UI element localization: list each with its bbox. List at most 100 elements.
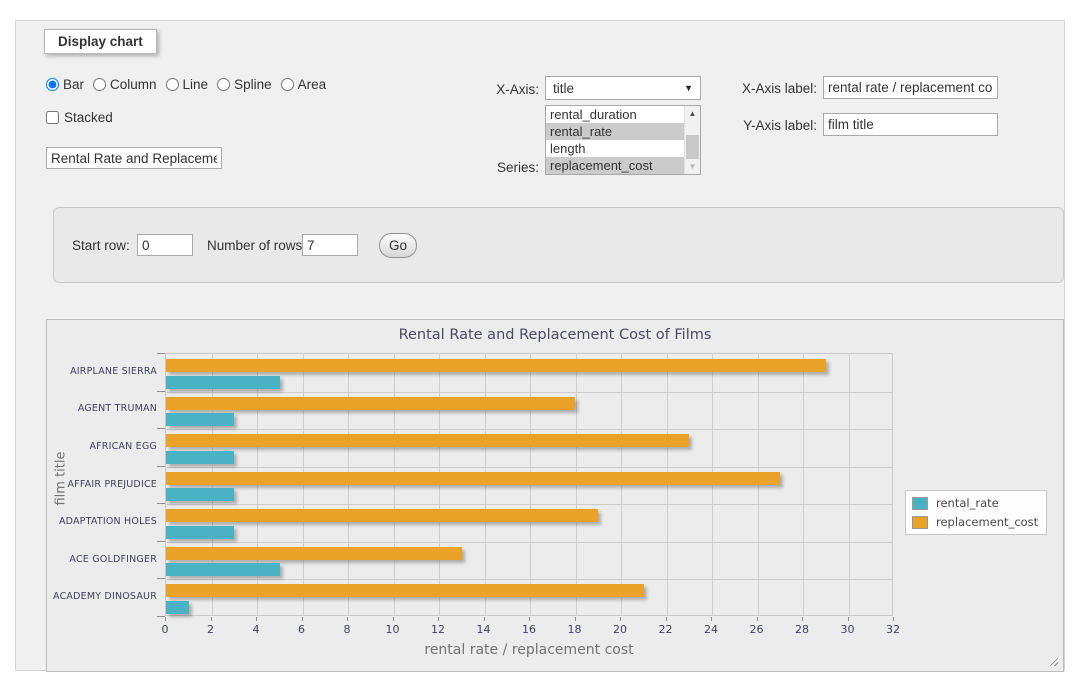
x-axis-tick [529, 617, 530, 621]
radio-option-column[interactable]: Column [93, 77, 157, 92]
bar-rental_rate [166, 413, 234, 426]
radio-line[interactable] [166, 78, 179, 91]
x-tick-label: 22 [651, 623, 681, 636]
radio-option-bar[interactable]: Bar [46, 77, 84, 92]
category-label: AIRPLANE SIERRA [47, 366, 157, 377]
band-separator [166, 579, 892, 580]
radio-option-spline[interactable]: Spline [217, 77, 272, 92]
bar-rental_rate [166, 601, 189, 614]
legend-label: replacement_cost [936, 515, 1038, 529]
x-axis-tick [802, 617, 803, 621]
radio-option-label: Line [183, 77, 209, 92]
radio-option-label: Column [110, 77, 157, 92]
bar-replacement_cost [166, 397, 575, 410]
chart-container: Rental Rate and Replacement Cost of Film… [46, 319, 1064, 672]
x-axis-tick [484, 617, 485, 621]
x-tick-label: 2 [196, 623, 226, 636]
y-axis-tick [157, 503, 165, 504]
bar-rental_rate [166, 376, 280, 389]
list-item-rental_rate[interactable]: rental_rate [546, 123, 684, 140]
bar-replacement_cost [166, 509, 598, 522]
x-axis-tick [302, 617, 303, 621]
band-separator [166, 504, 892, 505]
bar-replacement_cost [166, 584, 644, 597]
x-tick-label: 10 [378, 623, 408, 636]
y-axis-tick [157, 353, 165, 354]
radio-option-label: Spline [234, 77, 272, 92]
scrollbar-thumb[interactable] [686, 135, 699, 159]
x-axis-tick [165, 617, 166, 621]
grid-line [849, 354, 850, 615]
y-axis-label-input[interactable] [823, 113, 998, 136]
list-item-replacement_cost[interactable]: replacement_cost [546, 157, 684, 174]
radio-option-line[interactable]: Line [166, 77, 209, 92]
x-tick-label: 28 [787, 623, 817, 636]
legend-swatch [912, 497, 928, 510]
y-axis-tick [157, 391, 165, 392]
legend-entry: rental_rate [912, 496, 1038, 510]
bar-replacement_cost [166, 359, 826, 372]
stacked-option[interactable]: Stacked [46, 110, 113, 125]
category-label: AFFAIR PREJUDICE [47, 479, 157, 490]
y-axis-tick [157, 466, 165, 467]
x-axis-tick [438, 617, 439, 621]
band-separator [166, 467, 892, 468]
radio-option-label: Bar [63, 77, 84, 92]
grid-line [803, 354, 804, 615]
row-range-panel: Start row: Number of rows: Go [53, 207, 1064, 283]
number-of-rows-label: Number of rows: [207, 238, 306, 253]
x-tick-label: 24 [696, 623, 726, 636]
radio-option-label: Area [298, 77, 327, 92]
scroll-up-icon[interactable]: ▲ [685, 106, 700, 121]
x-tick-label: 0 [150, 623, 180, 636]
radio-option-area[interactable]: Area [281, 77, 327, 92]
legend-swatch [912, 516, 928, 529]
resize-handle-icon[interactable] [1047, 655, 1058, 666]
go-button[interactable]: Go [379, 233, 417, 258]
chart-type-radio-group: Bar Column Line Spline Area [46, 77, 326, 92]
x-axis-tick [711, 617, 712, 621]
series-listbox[interactable]: rental_durationrental_ratelengthreplacem… [545, 105, 701, 175]
bar-replacement_cost [166, 434, 689, 447]
start-row-input[interactable] [137, 234, 193, 256]
radio-spline[interactable] [217, 78, 230, 91]
radio-bar[interactable] [46, 78, 59, 91]
scroll-down-icon[interactable]: ▼ [685, 159, 700, 174]
list-item-length[interactable]: length [546, 140, 684, 157]
bar-replacement_cost [166, 472, 780, 485]
bar-rental_rate [166, 451, 234, 464]
y-axis-label-field-label: Y-Axis label: [721, 118, 817, 133]
x-axis-tick [393, 617, 394, 621]
chart-legend: rental_rate replacement_cost [905, 490, 1047, 535]
radio-column[interactable] [93, 78, 106, 91]
category-label: ADAPTATION HOLES [47, 516, 157, 527]
bar-replacement_cost [166, 547, 462, 560]
x-tick-label: 6 [287, 623, 317, 636]
fieldset-legend: Display chart [44, 29, 157, 54]
band-separator [166, 542, 892, 543]
y-axis-tick [157, 578, 165, 579]
x-axis-tick [893, 617, 894, 621]
category-label: AFRICAN EGG [47, 441, 157, 452]
stacked-checkbox[interactable] [46, 111, 59, 124]
x-tick-label: 32 [878, 623, 908, 636]
display-chart-fieldset: Display chart Bar Column Line Spline Area St… [15, 20, 1065, 671]
chart-title-input[interactable] [46, 147, 222, 169]
y-axis-tick [157, 616, 165, 617]
x-axis-label-input[interactable] [823, 76, 998, 99]
radio-area[interactable] [281, 78, 294, 91]
bar-rental_rate [166, 526, 234, 539]
y-axis-tick [157, 428, 165, 429]
listbox-scrollbar[interactable]: ▲ ▼ [684, 106, 700, 174]
list-item-rental_duration[interactable]: rental_duration [546, 106, 684, 123]
bar-rental_rate [166, 563, 280, 576]
x-axis-tick [848, 617, 849, 621]
number-of-rows-input[interactable] [302, 234, 358, 256]
category-label: ACADEMY DINOSAUR [47, 591, 157, 602]
x-axis-select[interactable]: title ▼ [545, 76, 701, 100]
x-tick-label: 16 [514, 623, 544, 636]
x-axis-tick [666, 617, 667, 621]
chart-title: Rental Rate and Replacement Cost of Film… [47, 327, 1063, 343]
legend-entry: replacement_cost [912, 515, 1038, 529]
x-axis-title: rental rate / replacement cost [165, 642, 893, 658]
